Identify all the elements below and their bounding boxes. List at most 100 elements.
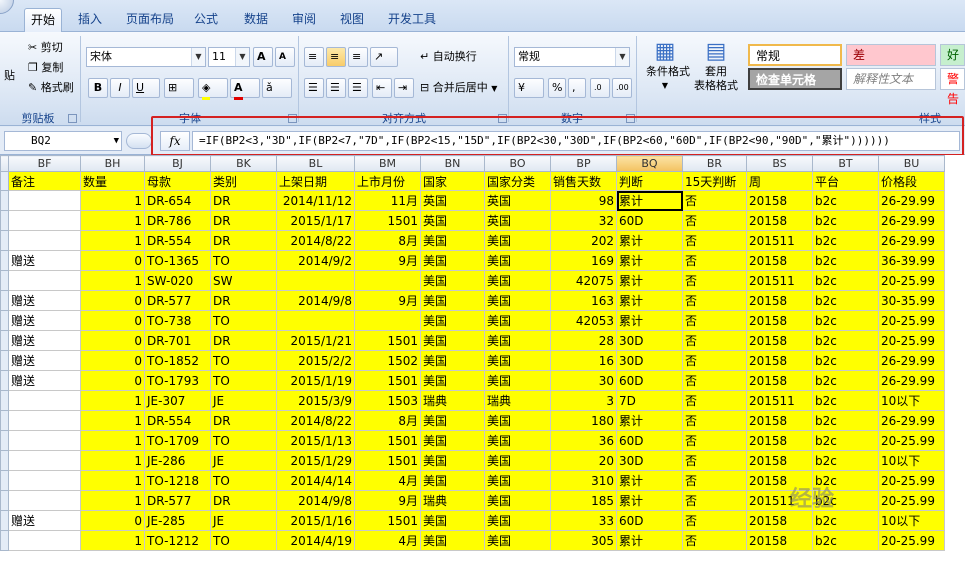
table-cell[interactable]: 20158 (746, 190, 813, 211)
table-cell[interactable]: 赠送 (8, 370, 81, 391)
table-cell[interactable]: 赠送 (8, 350, 81, 371)
table-cell[interactable]: 否 (682, 530, 747, 551)
column-header-bj[interactable]: BJ (144, 155, 211, 172)
table-cell[interactable]: 1 (80, 450, 145, 471)
table-cell[interactable]: 60D (616, 430, 683, 451)
style-normal[interactable]: 常规 (748, 44, 842, 66)
table-cell[interactable]: SW (210, 270, 277, 291)
table-cell[interactable]: TO-1852 (144, 350, 211, 371)
table-cell[interactable]: DR (210, 190, 277, 211)
table-cell[interactable]: 1 (80, 210, 145, 231)
table-cell[interactable]: 1501 (354, 450, 421, 471)
column-header-bl[interactable]: BL (276, 155, 355, 172)
table-cell[interactable]: 20158 (746, 330, 813, 351)
table-cell[interactable]: 美国 (420, 290, 485, 311)
table-cell[interactable]: 0 (80, 310, 145, 331)
style-check-cell[interactable]: 检查单元格 (748, 68, 842, 90)
row-header[interactable] (0, 171, 9, 191)
table-cell[interactable] (354, 270, 421, 291)
format-painter-button[interactable]: ✎ 格式刷 (24, 78, 78, 98)
table-cell[interactable]: 瑞典 (420, 390, 485, 411)
table-cell[interactable]: 305 (550, 530, 617, 551)
table-cell[interactable]: 20158 (746, 370, 813, 391)
table-cell[interactable]: DR (210, 410, 277, 431)
table-cell[interactable]: 26-29.99 (878, 210, 945, 231)
table-cell[interactable]: 否 (682, 210, 747, 231)
insert-function-button[interactable]: fx (160, 131, 190, 151)
table-cell[interactable]: 美国 (484, 250, 551, 271)
table-cell[interactable]: 0 (80, 330, 145, 351)
table-cell[interactable]: 美国 (420, 510, 485, 531)
table-cell[interactable]: 1 (80, 430, 145, 451)
table-cell[interactable]: b2c (812, 190, 879, 211)
style-warning[interactable]: 警告 (940, 68, 965, 106)
table-cell[interactable]: DR-786 (144, 210, 211, 231)
table-cell[interactable]: b2c (812, 230, 879, 251)
table-cell[interactable]: 否 (682, 490, 747, 511)
shrink-font-button[interactable]: A (275, 47, 295, 67)
table-cell[interactable]: 累计 (616, 530, 683, 551)
table-cell[interactable]: 否 (682, 190, 747, 211)
header-cell[interactable]: 母款 (144, 171, 211, 191)
table-cell[interactable]: 2014/9/8 (276, 290, 355, 311)
header-cell[interactable]: 类别 (210, 171, 277, 191)
table-cell[interactable]: 20158 (746, 350, 813, 371)
table-cell[interactable]: 16 (550, 350, 617, 371)
table-cell[interactable]: 201511 (746, 390, 813, 411)
table-cell[interactable]: 美国 (484, 290, 551, 311)
table-cell[interactable]: 28 (550, 330, 617, 351)
table-cell[interactable]: 累计 (616, 270, 683, 291)
fill-color-button[interactable]: ◈ (198, 78, 228, 100)
row-header[interactable] (0, 430, 9, 451)
table-cell[interactable]: 美国 (484, 270, 551, 291)
formula-input[interactable]: =IF(BP2<3,"3D",IF(BP2<7,"7D",IF(BP2<15,"… (192, 131, 960, 151)
row-header[interactable] (0, 330, 9, 351)
table-cell[interactable]: DR-577 (144, 490, 211, 511)
table-cell[interactable] (8, 490, 81, 511)
table-cell[interactable]: 2015/1/21 (276, 330, 355, 351)
table-cell[interactable]: 20-25.99 (878, 430, 945, 451)
table-cell[interactable]: 32 (550, 210, 617, 231)
table-cell[interactable]: TO (210, 310, 277, 331)
table-cell[interactable]: 20-25.99 (878, 310, 945, 331)
table-cell[interactable]: 1 (80, 390, 145, 411)
orientation-button[interactable]: ↗ (370, 47, 398, 67)
table-cell[interactable]: 4月 (354, 470, 421, 491)
table-cell[interactable]: 2015/1/17 (276, 210, 355, 231)
column-header-bh[interactable]: BH (80, 155, 145, 172)
merge-center-button[interactable]: ⊟ 合并后居中 ▼ (416, 78, 501, 98)
italic-button[interactable]: I (110, 78, 130, 98)
chevron-down-icon[interactable]: ▼ (235, 48, 249, 66)
table-cell[interactable]: 美国 (420, 470, 485, 491)
align-center-button[interactable]: ☰ (326, 78, 346, 98)
table-cell[interactable]: 美国 (484, 430, 551, 451)
table-cell[interactable]: 2015/1/16 (276, 510, 355, 531)
table-cell[interactable]: DR (210, 330, 277, 351)
header-cell[interactable]: 价格段 (878, 171, 945, 191)
table-cell[interactable]: TO (210, 250, 277, 271)
bold-button[interactable]: B (88, 78, 108, 98)
column-header-br[interactable]: BR (682, 155, 747, 172)
table-cell[interactable]: 美国 (484, 230, 551, 251)
table-cell[interactable]: 1 (80, 270, 145, 291)
table-cell[interactable]: TO (210, 470, 277, 491)
table-cell[interactable]: 否 (682, 430, 747, 451)
alignment-dialog-launcher[interactable] (498, 114, 507, 123)
row-header[interactable] (0, 310, 9, 331)
row-header[interactable] (0, 490, 9, 511)
table-cell[interactable]: 否 (682, 470, 747, 491)
table-cell[interactable]: DR (210, 210, 277, 231)
table-cell[interactable]: TO-1709 (144, 430, 211, 451)
row-header[interactable] (0, 290, 9, 311)
table-cell[interactable]: 2015/1/29 (276, 450, 355, 471)
table-cell[interactable]: 2014/4/14 (276, 470, 355, 491)
table-cell[interactable]: 累计 (616, 230, 683, 251)
table-cell[interactable]: 英国 (420, 190, 485, 211)
table-cell[interactable]: DR-701 (144, 330, 211, 351)
table-cell[interactable]: b2c (812, 530, 879, 551)
table-cell[interactable]: 1502 (354, 350, 421, 371)
table-cell[interactable]: 英国 (420, 210, 485, 231)
table-cell[interactable]: 累计 (616, 310, 683, 331)
cut-button[interactable]: ✂ 剪切 (24, 38, 67, 58)
table-cell[interactable]: 98 (550, 190, 617, 211)
